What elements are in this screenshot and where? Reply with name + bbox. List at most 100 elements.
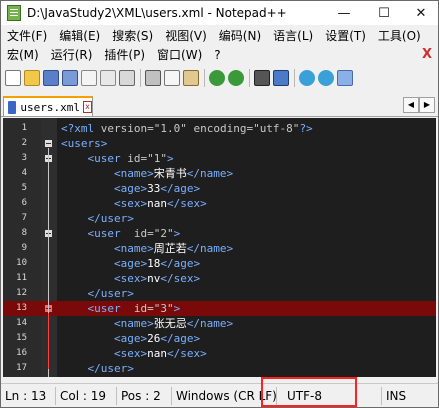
line-number: 10	[16, 258, 27, 268]
print-icon[interactable]	[119, 70, 135, 86]
menu-help[interactable]: ?	[208, 48, 226, 62]
code-editor[interactable]: 1 <?xml version="1.0" encoding="utf-8"?> 2…	[3, 118, 436, 377]
code-line[interactable]: 6 <sex>nan</sex>	[3, 196, 436, 211]
line-number: 18	[3, 376, 27, 377]
code-text: <name>宋青书</name>	[113, 167, 234, 180]
copy-icon[interactable]	[164, 70, 180, 86]
code-line[interactable]: 4 <name>宋青书</name>	[3, 166, 436, 181]
redo-icon[interactable]	[228, 70, 244, 86]
code-line[interactable]: 8 <user id="2">	[3, 226, 436, 241]
tab-scroll-right-button[interactable]: ▶	[419, 97, 435, 113]
maximize-button[interactable]: ☐	[364, 1, 404, 25]
line-number: 11	[16, 273, 27, 283]
code-text: <sex>nv</sex>	[113, 272, 201, 285]
tab-close-icon[interactable]: x	[83, 101, 92, 113]
close-document-button[interactable]: X	[422, 47, 432, 62]
line-number: 14	[16, 318, 27, 328]
menu-settings[interactable]: 设置(T)	[319, 27, 372, 44]
find-icon[interactable]	[254, 70, 270, 86]
menu-language[interactable]: 语言(L)	[267, 27, 319, 44]
code-text: </user>	[87, 287, 134, 300]
code-text: </users>	[61, 376, 114, 377]
code-line[interactable]: 14 <name>张无忌</name>	[3, 316, 436, 331]
status-line: Ln : 13	[1, 387, 56, 405]
line-number: 8	[21, 228, 27, 238]
replace-icon[interactable]	[273, 70, 289, 86]
menu-plugins[interactable]: 插件(P)	[98, 46, 151, 63]
code-text: <name>周芷若</name>	[113, 242, 234, 255]
encoding-highlight-box	[261, 377, 357, 407]
menu-bar: 文件(F) 编辑(E) 搜索(S) 视图(V) 编码(N) 语言(L) 设置(T…	[1, 26, 438, 64]
menu-tools[interactable]: 工具(O)	[372, 27, 427, 44]
minimize-button[interactable]: —	[324, 1, 364, 25]
code-line[interactable]: 9 <name>周芷若</name>	[3, 241, 436, 256]
fold-toggle-icon[interactable]	[45, 140, 52, 147]
code-line[interactable]: 12 </user>	[3, 286, 436, 301]
code-line[interactable]: 5 <age>33</age>	[3, 181, 436, 196]
tab-label: users.xml	[20, 100, 80, 114]
status-bar: Ln : 13 Col : 19 Pos : 2 Windows (CR LF)…	[1, 383, 438, 408]
menu-edit[interactable]: 编辑(E)	[53, 27, 106, 44]
notepadpp-window: D:\JavaStudy2\XML\users.xml - Notepad++ …	[0, 0, 439, 408]
menu-encoding[interactable]: 编码(N)	[213, 27, 267, 44]
code-text: <user id="3">	[87, 302, 181, 315]
line-number: 1	[21, 123, 27, 133]
code-text: <sex>nan</sex>	[113, 347, 207, 360]
menu-row-1: 文件(F) 编辑(E) 搜索(S) 视图(V) 编码(N) 语言(L) 设置(T…	[1, 26, 438, 45]
code-text: <users>	[61, 137, 108, 150]
line-number: 3	[21, 153, 27, 163]
menu-run[interactable]: 运行(R)	[45, 46, 99, 63]
undo-icon[interactable]	[209, 70, 225, 86]
menu-macro[interactable]: 宏(M)	[1, 46, 45, 63]
close-window-button[interactable]: ✕	[404, 1, 438, 25]
close-icon[interactable]	[81, 70, 97, 86]
code-line[interactable]: 7 </user>	[3, 211, 436, 226]
tab-scroll-left-button[interactable]: ◀	[403, 97, 419, 113]
toolbar-separator	[140, 69, 141, 87]
code-line[interactable]: 13 <user id="3">	[3, 301, 436, 316]
menu-search[interactable]: 搜索(S)	[106, 27, 159, 44]
notepadpp-app-icon	[7, 5, 21, 21]
tab-bar: users.xml x ◀ ▶	[1, 94, 438, 117]
toolbar-separator	[294, 69, 295, 87]
cut-icon[interactable]	[145, 70, 161, 86]
code-line[interactable]: 17 </user>	[3, 361, 436, 376]
save-icon[interactable]	[43, 70, 59, 86]
fold-guide-line	[48, 313, 49, 369]
title-bar: D:\JavaStudy2\XML\users.xml - Notepad++ …	[1, 1, 438, 25]
window-title: D:\JavaStudy2\XML\users.xml - Notepad++	[27, 6, 287, 20]
line-number: 5	[21, 183, 27, 193]
code-text: <user id="2">	[87, 227, 181, 240]
code-text: <sex>nan</sex>	[113, 197, 207, 210]
code-text: </user>	[87, 362, 134, 375]
code-line[interactable]: 2 <users>	[3, 136, 436, 151]
code-line[interactable]: 10 <age>18</age>	[3, 256, 436, 271]
menu-window[interactable]: 窗口(W)	[151, 46, 208, 63]
menu-view[interactable]: 视图(V)	[159, 27, 213, 44]
line-number: 9	[21, 243, 27, 253]
code-text: <age>18</age>	[113, 257, 201, 270]
code-line[interactable]: 1 <?xml version="1.0" encoding="utf-8"?>	[3, 121, 436, 136]
line-number: 12	[16, 288, 27, 298]
code-text: <age>26</age>	[113, 332, 201, 345]
file-icon	[8, 100, 17, 114]
code-text: <?xml version="1.0" encoding="utf-8"?>	[61, 122, 313, 135]
code-line[interactable]: 18 </users>	[3, 376, 436, 377]
code-line[interactable]: 16 <sex>nan</sex>	[3, 346, 436, 361]
sync-icon[interactable]	[337, 70, 353, 86]
new-file-icon[interactable]	[5, 70, 21, 86]
code-line[interactable]: 3 <user id="1">	[3, 151, 436, 166]
open-file-icon[interactable]	[24, 70, 40, 86]
menu-file[interactable]: 文件(F)	[1, 27, 53, 44]
zoom-out-icon[interactable]	[318, 70, 334, 86]
save-all-icon[interactable]	[62, 70, 78, 86]
close-all-icon[interactable]	[100, 70, 116, 86]
toolbar-separator	[204, 69, 205, 87]
tab-users-xml[interactable]: users.xml x	[3, 96, 93, 116]
code-line[interactable]: 11 <sex>nv</sex>	[3, 271, 436, 286]
zoom-in-icon[interactable]	[299, 70, 315, 86]
code-line[interactable]: 15 <age>26</age>	[3, 331, 436, 346]
status-position: Pos : 2	[117, 387, 172, 405]
paste-icon[interactable]	[183, 70, 199, 86]
status-insert-mode: INS	[386, 389, 407, 403]
